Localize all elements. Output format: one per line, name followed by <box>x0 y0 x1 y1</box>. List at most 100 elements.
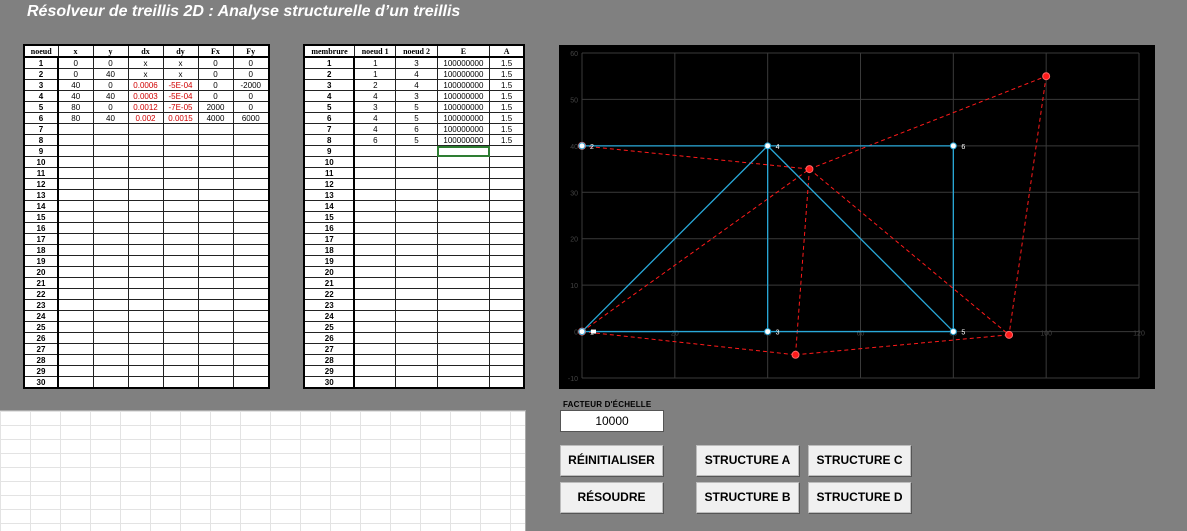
table-cell[interactable] <box>197 299 234 311</box>
structure-d-button[interactable]: STRUCTURE D <box>808 482 911 513</box>
table-cell[interactable] <box>57 145 94 157</box>
table-cell[interactable] <box>395 365 438 377</box>
table-cell[interactable]: 0 <box>92 101 129 113</box>
table-cell[interactable] <box>395 376 438 389</box>
table-cell[interactable] <box>162 277 199 289</box>
table-cell[interactable] <box>353 178 397 190</box>
table-cell[interactable] <box>127 321 164 333</box>
table-cell[interactable] <box>353 244 397 256</box>
table-cell[interactable]: 40 <box>92 90 129 102</box>
table-cell[interactable] <box>197 266 234 278</box>
row-index-cell[interactable]: 8 <box>303 134 356 146</box>
table-cell[interactable]: 100000000 <box>436 79 491 91</box>
table-cell[interactable]: x <box>127 68 164 80</box>
table-cell[interactable] <box>57 222 94 234</box>
table-cell[interactable] <box>92 376 129 389</box>
table-cell[interactable] <box>232 255 270 267</box>
table-cell[interactable]: 0.0012 <box>127 101 164 113</box>
table-cell[interactable] <box>489 200 525 212</box>
table-cell[interactable] <box>92 211 129 223</box>
table-cell[interactable] <box>353 343 397 355</box>
row-index-cell[interactable]: 7 <box>23 123 59 135</box>
table-cell[interactable]: 1.5 <box>489 56 525 69</box>
table-cell[interactable] <box>92 233 129 245</box>
table-cell[interactable] <box>395 200 438 212</box>
table-cell[interactable] <box>162 321 199 333</box>
row-index-cell[interactable]: 29 <box>23 365 59 377</box>
table-cell[interactable] <box>232 343 270 355</box>
table-cell[interactable] <box>232 288 270 300</box>
table-cell[interactable]: -7E-05 <box>162 101 199 113</box>
table-cell[interactable] <box>232 156 270 168</box>
table-cell[interactable] <box>436 365 491 377</box>
table-cell[interactable] <box>197 376 234 389</box>
table-cell[interactable] <box>353 266 397 278</box>
table-cell[interactable] <box>489 211 525 223</box>
row-index-cell[interactable]: 27 <box>303 343 356 355</box>
row-index-cell[interactable]: 22 <box>23 288 59 300</box>
table-cell[interactable]: 40 <box>57 79 94 91</box>
table-cell[interactable]: 80 <box>57 112 94 124</box>
table-cell[interactable] <box>436 343 491 355</box>
column-header[interactable]: x <box>57 44 94 58</box>
table-cell[interactable] <box>57 200 94 212</box>
row-index-cell[interactable]: 6 <box>303 112 356 124</box>
structure-c-button[interactable]: STRUCTURE C <box>808 445 911 476</box>
table-cell[interactable] <box>436 200 491 212</box>
table-cell[interactable] <box>353 200 397 212</box>
row-index-cell[interactable]: 5 <box>303 101 356 113</box>
table-cell[interactable] <box>395 310 438 322</box>
table-cell[interactable]: 0 <box>92 79 129 91</box>
row-index-cell[interactable]: 23 <box>23 299 59 311</box>
row-index-cell[interactable]: 26 <box>303 332 356 344</box>
table-cell[interactable] <box>197 123 234 135</box>
table-cell[interactable] <box>92 156 129 168</box>
table-cell[interactable] <box>127 343 164 355</box>
row-index-cell[interactable]: 20 <box>303 266 356 278</box>
table-cell[interactable] <box>57 288 94 300</box>
table-cell[interactable] <box>353 156 397 168</box>
table-cell[interactable] <box>232 134 270 146</box>
table-cell[interactable] <box>197 145 234 157</box>
table-cell[interactable] <box>57 343 94 355</box>
table-cell[interactable]: 4 <box>395 79 438 91</box>
scale-factor-input[interactable]: 10000 <box>560 410 664 432</box>
table-cell[interactable] <box>232 376 270 389</box>
table-cell[interactable] <box>162 354 199 366</box>
table-cell[interactable] <box>395 277 438 289</box>
table-cell[interactable]: 100000000 <box>436 90 491 102</box>
table-cell[interactable]: 2 <box>353 79 397 91</box>
table-cell[interactable] <box>57 233 94 245</box>
row-index-cell[interactable]: 17 <box>23 233 59 245</box>
table-cell[interactable] <box>232 321 270 333</box>
table-cell[interactable] <box>92 145 129 157</box>
table-cell[interactable] <box>232 266 270 278</box>
table-cell[interactable]: 0.002 <box>127 112 164 124</box>
table-cell[interactable] <box>92 266 129 278</box>
table-cell[interactable] <box>232 354 270 366</box>
table-cell[interactable] <box>436 178 491 190</box>
table-cell[interactable] <box>395 189 438 201</box>
column-header[interactable]: Fx <box>197 44 234 58</box>
table-cell[interactable] <box>197 211 234 223</box>
row-index-cell[interactable]: 27 <box>23 343 59 355</box>
table-cell[interactable] <box>127 332 164 344</box>
row-index-cell[interactable]: 12 <box>23 178 59 190</box>
table-cell[interactable] <box>353 277 397 289</box>
table-cell[interactable] <box>162 376 199 389</box>
table-cell[interactable] <box>92 365 129 377</box>
table-cell[interactable] <box>489 156 525 168</box>
row-index-cell[interactable]: 6 <box>23 112 59 124</box>
table-cell[interactable] <box>395 244 438 256</box>
table-cell[interactable]: 4 <box>353 90 397 102</box>
row-index-cell[interactable]: 4 <box>303 90 356 102</box>
table-cell[interactable] <box>353 354 397 366</box>
table-cell[interactable] <box>162 200 199 212</box>
table-cell[interactable] <box>127 145 164 157</box>
table-cell[interactable] <box>92 343 129 355</box>
table-cell[interactable] <box>395 222 438 234</box>
reset-button[interactable]: RÉINITIALISER <box>560 445 663 476</box>
row-index-cell[interactable]: 16 <box>23 222 59 234</box>
table-cell[interactable] <box>92 167 129 179</box>
table-cell[interactable] <box>489 145 525 157</box>
